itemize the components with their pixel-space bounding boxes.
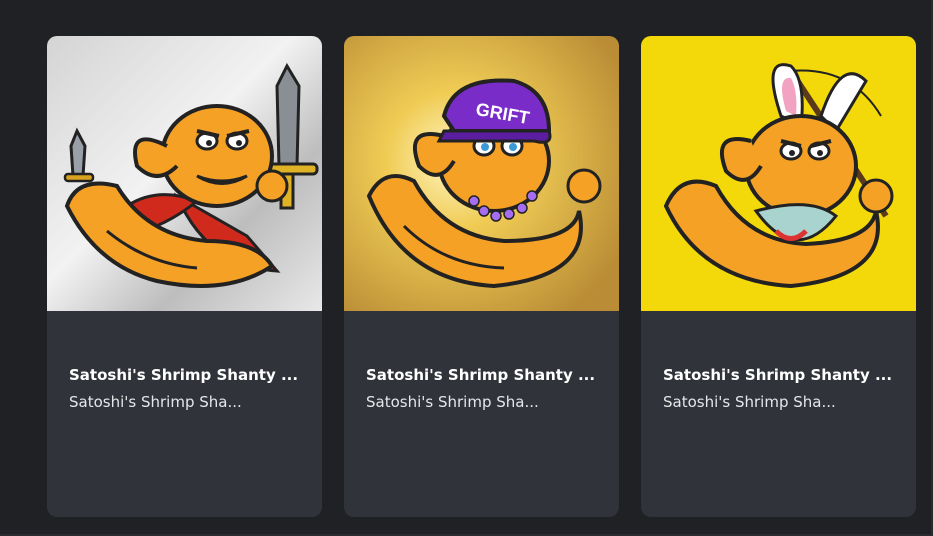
- nft-card-body: Satoshi's Shrimp Shanty ... Satoshi's Sh…: [47, 311, 322, 517]
- nft-collection-name[interactable]: Satoshi's Shrimp Sha...: [366, 392, 566, 412]
- nft-title[interactable]: Satoshi's Shrimp Shanty ...: [663, 365, 893, 385]
- nft-collection-name[interactable]: Satoshi's Shrimp Sha...: [69, 392, 269, 412]
- nft-card-1[interactable]: Satoshi's Shrimp Shanty ... Satoshi's Sh…: [47, 36, 322, 517]
- nft-title[interactable]: Satoshi's Shrimp Shanty ...: [366, 365, 596, 385]
- more-options-button[interactable]: [69, 509, 103, 517]
- nft-image-shrimp-knight[interactable]: [47, 36, 322, 311]
- nft-card-2[interactable]: GRIFT Satoshi's Shrimp Shanty ... Satosh…: [344, 36, 619, 517]
- nft-card-3[interactable]: Satoshi's Shrimp Shanty ... Satoshi's Sh…: [641, 36, 916, 517]
- nft-collection-name[interactable]: Satoshi's Shrimp Sha...: [663, 392, 863, 412]
- nft-card-body: Satoshi's Shrimp Shanty ... Satoshi's Sh…: [344, 311, 619, 517]
- more-options-button[interactable]: [663, 509, 697, 517]
- nft-image-shrimp-grift-cap[interactable]: GRIFT: [344, 36, 619, 311]
- nft-title[interactable]: Satoshi's Shrimp Shanty ...: [69, 365, 299, 385]
- nft-card-body: Satoshi's Shrimp Shanty ... Satoshi's Sh…: [641, 311, 916, 517]
- nft-image-shrimp-bunny-ears[interactable]: [641, 36, 916, 311]
- nft-gallery-page: Satoshi's Shrimp Shanty ... Satoshi's Sh…: [0, 0, 933, 536]
- more-options-button[interactable]: [366, 509, 400, 517]
